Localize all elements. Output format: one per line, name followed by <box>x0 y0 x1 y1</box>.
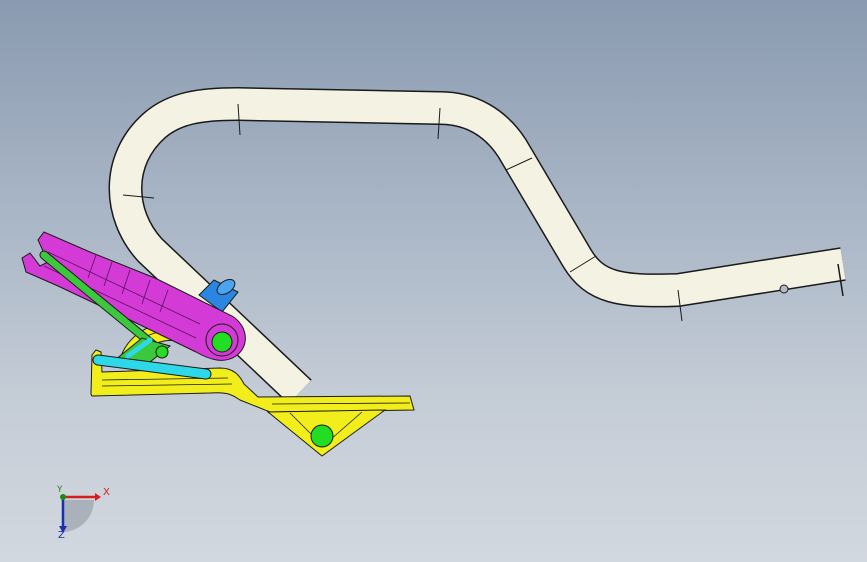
triad-shadow <box>63 500 95 532</box>
pivot-pin-lever[interactable] <box>211 331 233 353</box>
tube-end-hole <box>779 284 789 294</box>
graphics-viewport[interactable]: X Y Z <box>0 0 867 562</box>
pivot-pin-rod[interactable] <box>155 345 169 359</box>
triad-y-label: Y <box>57 485 63 495</box>
coordinate-triad <box>59 493 101 533</box>
triad-z-label: Z <box>58 530 65 541</box>
3d-model-view[interactable] <box>0 0 867 562</box>
triad-x-arrow <box>95 493 101 501</box>
pivot-pin-bracket[interactable] <box>310 424 334 448</box>
triad-x-label: X <box>103 487 110 498</box>
